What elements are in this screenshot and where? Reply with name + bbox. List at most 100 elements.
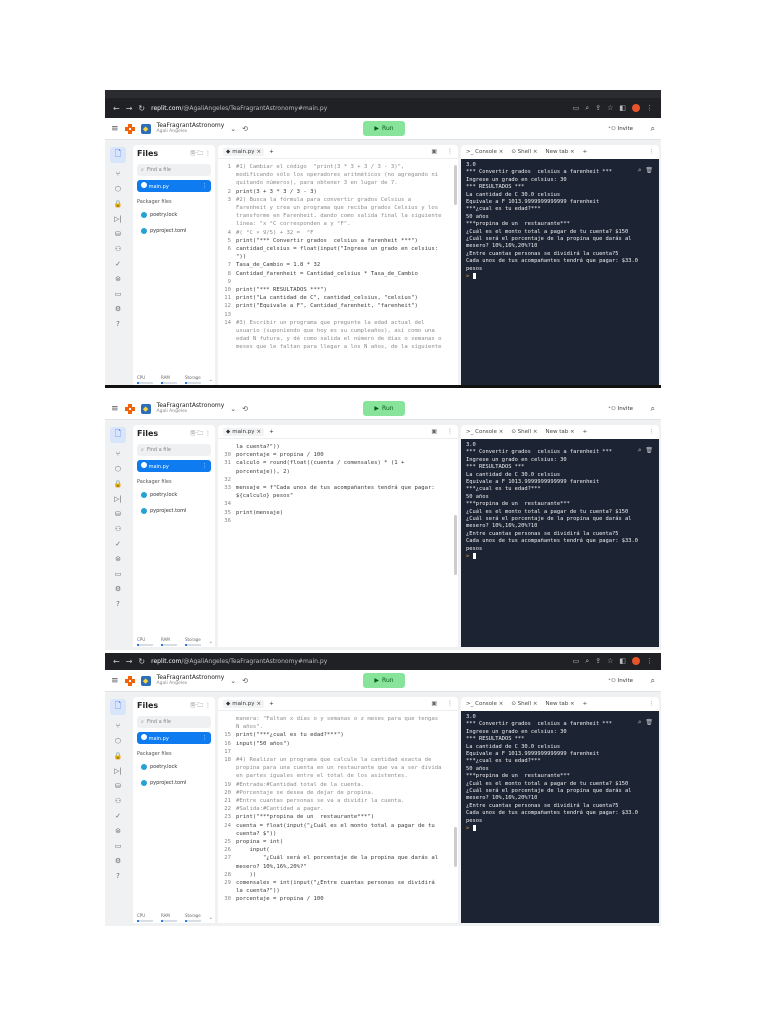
settings-icon[interactable]: ⚙ <box>115 585 121 593</box>
close-tab-icon[interactable]: × <box>497 149 504 155</box>
files-icon[interactable]: 🗋 <box>110 147 126 163</box>
trash-icon[interactable]: 🗑 <box>645 719 653 726</box>
more-options-icon[interactable]: ⋮ <box>649 149 655 155</box>
profile-avatar[interactable] <box>632 103 640 112</box>
close-tab-icon[interactable]: × <box>256 429 261 435</box>
layout-icon[interactable]: ▣ <box>431 148 437 155</box>
code-area[interactable]: 1 #1) Cambiar el código "print(3 * 3 + 3 … <box>218 159 458 352</box>
menu-icon[interactable]: ≡ <box>111 676 119 686</box>
tab-new-tab[interactable]: New tab × <box>545 429 574 435</box>
packager-file-item[interactable]: poetry.lock <box>137 761 211 773</box>
find-file-input[interactable]: ⌕ Find a file <box>137 164 211 176</box>
close-tab-icon[interactable]: × <box>568 429 575 435</box>
invite-button[interactable]: ⁺⚇ Invite <box>608 126 633 132</box>
secrets-icon[interactable]: 🔒 <box>114 200 123 208</box>
reload-icon[interactable]: ↻ <box>138 657 145 666</box>
cast-icon[interactable]: ▭ <box>573 657 580 666</box>
project-info[interactable]: TeaFragrantAstronomy Agali Angeles <box>157 674 225 687</box>
file-menu-icon[interactable]: ⋮ <box>202 463 207 469</box>
packager-file-item[interactable]: pyproject.toml <box>137 505 211 517</box>
tab-console[interactable]: >_ Console × <box>466 429 503 435</box>
database-icon[interactable]: ⛁ <box>115 510 121 518</box>
debugger-icon[interactable]: ▷| <box>114 767 122 775</box>
search-icon[interactable]: ⌕ <box>638 167 642 174</box>
console-output[interactable]: ⌕ 🗑 3.0 *** Convertir grados celsius a fare… <box>461 159 659 385</box>
add-tab-icon[interactable]: + <box>583 701 588 707</box>
trash-icon[interactable]: 🗑 <box>645 447 653 454</box>
tab-shell[interactable]: ⊙ Shell × <box>511 701 537 707</box>
search-icon[interactable]: ⌕ <box>651 404 655 414</box>
more-options-icon[interactable]: ⋮ <box>649 429 655 435</box>
layout-icon[interactable]: ▣ <box>431 700 437 707</box>
chevron-down-icon[interactable]: ⌄ <box>230 125 236 133</box>
debugger-icon[interactable]: ▷| <box>114 215 122 223</box>
star-icon[interactable]: ☆ <box>607 657 613 666</box>
expand-chevron-icon[interactable]: ^ <box>209 917 212 922</box>
files-icon[interactable]: 🗋 <box>110 699 126 715</box>
package-box-icon[interactable]: ⊜ <box>115 275 121 283</box>
run-button[interactable]: ▶ Run <box>363 401 405 416</box>
console-output[interactable]: ⌕ 🗑 3.0 *** Convertir grados celsius a fare… <box>461 439 659 647</box>
tab-main-py[interactable]: ◆ main.py × <box>223 147 265 156</box>
new-file-folder-icons[interactable]: 🗎·🗀 ⋮ <box>190 429 211 439</box>
search-icon[interactable]: ⌕ <box>651 124 655 134</box>
check-icon[interactable]: ✓ <box>115 260 121 268</box>
editor-scrollbar[interactable] <box>454 515 457 575</box>
add-tab-icon[interactable]: + <box>269 149 274 155</box>
sidebar-icon[interactable]: ◧ <box>619 657 626 666</box>
user-icon[interactable]: ⚇ <box>115 525 121 533</box>
database-icon[interactable]: ⛁ <box>115 230 121 238</box>
find-file-input[interactable]: ⌕ Find a file <box>137 444 211 456</box>
zoom-icon[interactable]: ⌕ <box>585 104 589 113</box>
close-tab-icon[interactable]: × <box>256 701 261 707</box>
settings-icon[interactable]: ⚙ <box>115 857 121 865</box>
secrets-icon[interactable]: 🔒 <box>114 752 123 760</box>
menu-icon[interactable]: ≡ <box>111 124 119 134</box>
search-icon[interactable]: ⌕ <box>638 719 642 726</box>
git-icon[interactable]: ⑂ <box>116 450 120 458</box>
code-area[interactable]: manera: "Faltan x días o y semanas o z m… <box>218 711 458 904</box>
run-button[interactable]: ▶ Run <box>363 673 405 688</box>
tab-main-py[interactable]: ◆ main.py × <box>223 699 265 708</box>
forward-arrow-icon[interactable]: → <box>126 657 133 666</box>
editor-scrollbar[interactable] <box>454 827 457 867</box>
browser-menu-icon[interactable]: ⋮ <box>646 657 653 666</box>
settings-icon[interactable]: ⚙ <box>115 305 121 313</box>
find-file-input[interactable]: ⌕ Find a file <box>137 716 211 728</box>
invite-button[interactable]: ⁺⚇ Invite <box>608 406 633 412</box>
package-box-icon[interactable]: ⊜ <box>115 555 121 563</box>
tab-new-tab[interactable]: New tab × <box>545 149 574 155</box>
tab-console[interactable]: >_ Console × <box>466 701 503 707</box>
add-tab-icon[interactable]: + <box>583 429 588 435</box>
tab-new-tab[interactable]: New tab × <box>545 701 574 707</box>
star-icon[interactable]: ☆ <box>607 104 613 113</box>
chevron-down-icon[interactable]: ⌄ <box>230 677 236 685</box>
project-info[interactable]: TeaFragrantAstronomy Agali Angeles <box>157 122 225 135</box>
search-icon[interactable]: ⌕ <box>638 447 642 454</box>
close-tab-icon[interactable]: × <box>497 701 504 707</box>
browser-menu-icon[interactable]: ⋮ <box>646 104 653 113</box>
history-icon[interactable]: ⟲ <box>242 405 248 413</box>
secrets-icon[interactable]: 🔒 <box>114 480 123 488</box>
close-tab-icon[interactable]: × <box>568 701 575 707</box>
profile-avatar[interactable] <box>632 657 640 665</box>
close-tab-icon[interactable]: × <box>531 429 538 435</box>
git-icon[interactable]: ⑂ <box>116 170 120 178</box>
new-file-folder-icons[interactable]: 🗎·🗀 ⋮ <box>190 149 211 159</box>
expand-chevron-icon[interactable]: ^ <box>209 641 212 646</box>
share-icon[interactable]: ⇪ <box>595 657 601 666</box>
add-tab-icon[interactable]: + <box>583 149 588 155</box>
layout-icon[interactable]: ▣ <box>431 428 437 435</box>
editor-scrollbar[interactable] <box>454 165 457 205</box>
more-options-icon[interactable]: ⋮ <box>447 700 453 707</box>
tab-main-py[interactable]: ◆ main.py × <box>223 427 265 436</box>
file-item-main-py[interactable]: main.py ⋮ <box>137 732 211 744</box>
packager-file-item[interactable]: pyproject.toml <box>137 225 211 237</box>
debugger-icon[interactable]: ▷| <box>114 495 122 503</box>
cast-icon[interactable]: ▭ <box>573 104 580 113</box>
close-tab-icon[interactable]: × <box>531 701 538 707</box>
database-icon[interactable]: ⛁ <box>115 782 121 790</box>
chat-icon[interactable]: ▭ <box>115 290 122 298</box>
invite-button[interactable]: ⁺⚇ Invite <box>608 678 633 684</box>
history-icon[interactable]: ⟲ <box>242 677 248 685</box>
